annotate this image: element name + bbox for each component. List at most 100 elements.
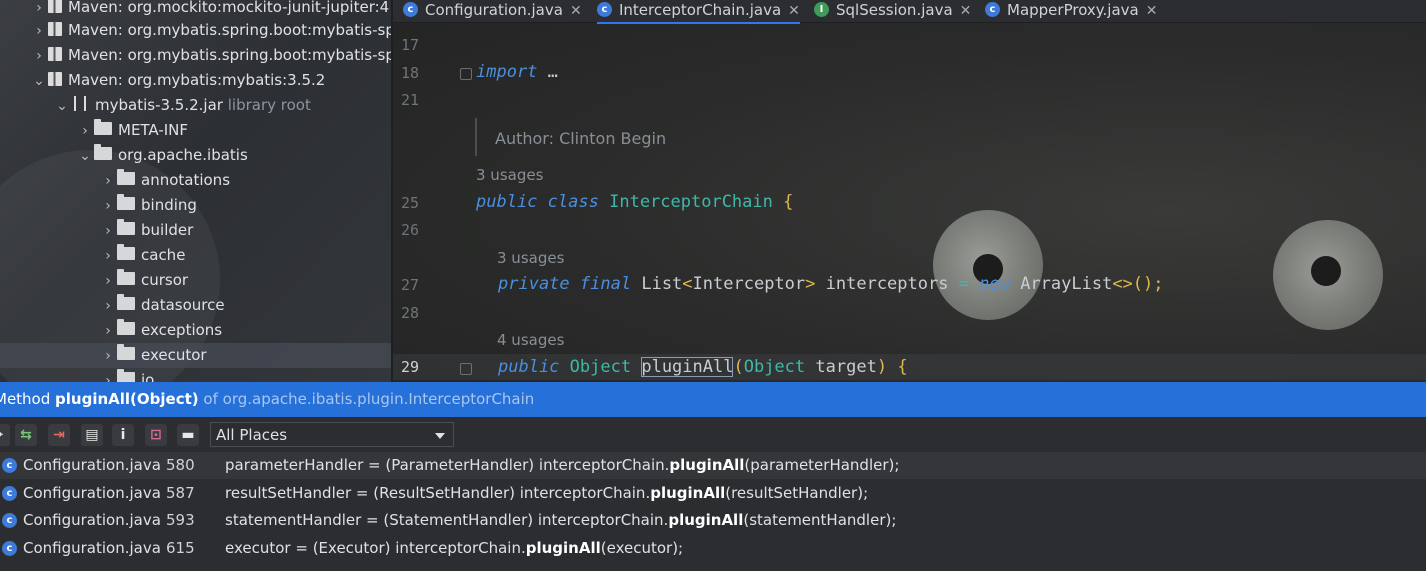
- filter-folder-icon[interactable]: ▤: [81, 424, 103, 446]
- chevron-right-icon[interactable]: ›: [99, 219, 117, 244]
- folder-icon: [117, 219, 135, 235]
- line-number: 28: [400, 304, 419, 322]
- code-line-method-decl[interactable]: public Object pluginAll(Object target) {: [498, 357, 908, 377]
- folder-icon: [117, 169, 135, 185]
- library-icon: [48, 46, 62, 61]
- code-editor[interactable]: c Configuration.java ✕ c InterceptorChain.j…: [393, 0, 1426, 382]
- line-number: 25: [400, 194, 419, 212]
- doc-comment-bar: [475, 118, 477, 156]
- tab-configuration[interactable]: c Configuration.java ✕: [403, 0, 582, 22]
- fold-icon[interactable]: [460, 68, 472, 80]
- navigate-back-icon[interactable]: ⇥: [48, 424, 70, 446]
- folder-icon: [117, 319, 135, 335]
- interface-icon: I: [814, 2, 829, 17]
- method-name-highlight[interactable]: pluginAll: [641, 357, 734, 377]
- chevron-down-icon: [435, 433, 445, 439]
- chevron-right-icon[interactable]: ›: [99, 319, 117, 344]
- usage-row[interactable]: c Configuration.java 615 executor = (Exe…: [0, 535, 1426, 562]
- close-icon[interactable]: ✕: [570, 3, 582, 19]
- tab-interceptorchain[interactable]: c InterceptorChain.java ✕: [597, 0, 800, 24]
- tree-item-annotations[interactable]: › annotations: [99, 168, 230, 193]
- chevron-right-icon[interactable]: ›: [99, 344, 117, 369]
- chevron-right-icon[interactable]: ›: [99, 169, 117, 194]
- class-icon: c: [597, 2, 612, 17]
- line-number: 21: [400, 91, 419, 109]
- line-number: 29: [400, 358, 419, 376]
- tab-mapperproxy[interactable]: c MapperProxy.java ✕: [985, 0, 1157, 22]
- code-line-import[interactable]: import …: [476, 62, 558, 82]
- usage-row[interactable]: c Configuration.java 593 statementHandle…: [0, 507, 1426, 534]
- chevron-right-icon[interactable]: ›: [30, 19, 48, 44]
- folder-icon: [117, 194, 135, 210]
- code-line-class-decl[interactable]: public class InterceptorChain {: [476, 192, 793, 212]
- chevron-right-icon[interactable]: ›: [99, 294, 117, 319]
- tree-item-maven-mybatis[interactable]: ⌄ Maven: org.mybatis:mybatis:3.5.2: [30, 68, 325, 93]
- chevron-right-icon[interactable]: ›: [30, 44, 48, 69]
- tab-sqlsession[interactable]: I SqlSession.java ✕: [814, 0, 971, 22]
- navigate-forward-icon[interactable]: ⇆: [15, 424, 37, 446]
- method-usages-hint[interactable]: 4 usages: [497, 331, 564, 349]
- folded-imports[interactable]: …: [548, 62, 558, 82]
- info-icon[interactable]: i: [112, 424, 134, 446]
- chevron-down-icon[interactable]: ⌄: [30, 69, 48, 94]
- folder-icon: [117, 344, 135, 360]
- author-doc: Author: Clinton Begin: [495, 129, 667, 148]
- tree-item-io[interactable]: › io: [99, 368, 154, 382]
- folder-icon: [94, 119, 112, 135]
- tree-item-cache[interactable]: › cache: [99, 243, 185, 268]
- close-icon[interactable]: ✕: [788, 3, 800, 19]
- chevron-down-icon[interactable]: ⌄: [76, 144, 94, 169]
- jar-icon: [74, 96, 86, 111]
- library-root-label: library root: [227, 96, 311, 114]
- folder-icon: [117, 294, 135, 310]
- usages-popup-header: Method pluginAll(Object) of org.apache.i…: [0, 382, 1426, 417]
- line-number: 27: [400, 276, 419, 294]
- tree-item-meta-inf[interactable]: › META-INF: [76, 118, 188, 143]
- library-icon: [48, 21, 62, 36]
- code-line-field[interactable]: private final List<Interceptor> intercep…: [498, 274, 1164, 294]
- class-icon: c: [2, 541, 17, 556]
- chevron-right-icon[interactable]: ›: [99, 369, 117, 382]
- preview-toggle-icon[interactable]: ▬: [177, 424, 199, 446]
- class-icon: c: [2, 513, 17, 528]
- close-icon[interactable]: ✕: [960, 3, 972, 19]
- tree-item-executor[interactable]: › executor: [0, 343, 391, 368]
- class-icon: c: [985, 2, 1000, 17]
- editor-tabs: c Configuration.java ✕ c InterceptorChain.j…: [393, 0, 1426, 24]
- scope-dropdown[interactable]: All Places: [210, 422, 454, 447]
- library-icon: [48, 0, 62, 13]
- line-number: 17: [400, 36, 419, 54]
- chevron-right-icon[interactable]: ›: [99, 244, 117, 269]
- tree-item-builder[interactable]: › builder: [99, 218, 193, 243]
- chevron-right-icon[interactable]: ›: [76, 119, 94, 144]
- project-tree: › Maven: org.mockito:mockito-junit-jupite…: [0, 0, 391, 382]
- tree-item-mybatis-jar[interactable]: ⌄ mybatis-3.5.2.jar library root: [53, 93, 311, 118]
- tree-item-maven-mockito[interactable]: › Maven: org.mockito:mockito-junit-jupite…: [30, 0, 389, 20]
- folder-icon: [117, 244, 135, 260]
- usage-row[interactable]: c Configuration.java 580 parameterHandle…: [0, 452, 1426, 479]
- chevron-down-icon[interactable]: ⌄: [53, 94, 71, 119]
- tree-item-datasource[interactable]: › datasource: [99, 293, 225, 318]
- field-usages-hint[interactable]: 3 usages: [497, 249, 564, 267]
- folder-icon: [117, 269, 135, 285]
- class-icon: c: [403, 2, 418, 17]
- pin-icon[interactable]: ⌖: [0, 424, 10, 446]
- usages-method-name: pluginAll(Object): [55, 390, 199, 408]
- class-usages-hint[interactable]: 3 usages: [476, 166, 543, 184]
- tree-item-binding[interactable]: › binding: [99, 193, 197, 218]
- tree-item-maven-mybatis-spring-1[interactable]: › Maven: org.mybatis.spring.boot:mybatis-…: [30, 18, 391, 43]
- tree-item-cursor[interactable]: › cursor: [99, 268, 188, 293]
- tree-item-org-apache-ibatis[interactable]: ⌄ org.apache.ibatis: [76, 143, 248, 168]
- tree-item-exceptions[interactable]: › exceptions: [99, 318, 222, 343]
- class-icon: c: [2, 458, 17, 473]
- background-eye-left: [933, 210, 1043, 320]
- close-icon[interactable]: ✕: [1146, 3, 1158, 19]
- usages-method-location: of org.apache.ibatis.plugin.InterceptorC…: [203, 390, 535, 408]
- fold-icon[interactable]: [460, 363, 472, 375]
- chevron-right-icon[interactable]: ›: [99, 269, 117, 294]
- chevron-right-icon[interactable]: ›: [99, 194, 117, 219]
- tree-item-maven-mybatis-spring-2[interactable]: › Maven: org.mybatis.spring.boot:mybatis-…: [30, 43, 391, 68]
- folder-icon: [117, 369, 135, 382]
- usage-row[interactable]: c Configuration.java 587 resultSetHandle…: [0, 480, 1426, 507]
- module-filter-icon[interactable]: ⊡: [145, 424, 167, 446]
